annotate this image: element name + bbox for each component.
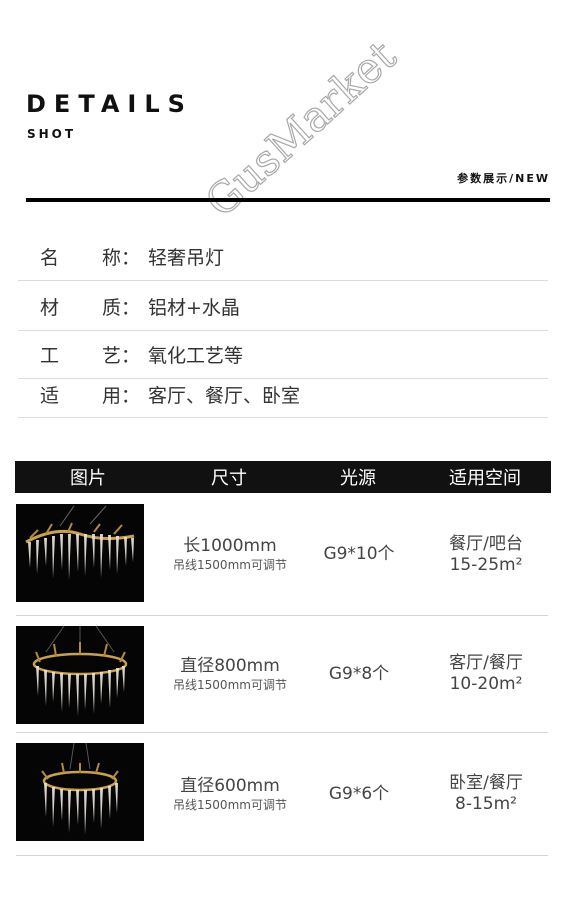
area-value: 8-15m² — [455, 794, 517, 814]
spec-row-usage: 适 用： 客厅、餐厅、卧室 — [18, 372, 548, 418]
spec-row-name: 名 称： 轻奢吊灯 — [18, 232, 548, 281]
area-value: 15-25m² — [449, 554, 523, 575]
cord-note: 吊线1500mm可调节 — [173, 558, 287, 572]
product-image-2 — [16, 626, 144, 724]
page-subtitle: SHOT — [27, 127, 77, 141]
size-value: 直径600mm — [180, 775, 280, 796]
chandelier-illustration — [25, 505, 135, 580]
space-value: 餐厅/吧台 — [449, 533, 523, 554]
chandelier-illustration — [32, 626, 128, 716]
spec-value: 氧化工艺等 — [148, 344, 244, 367]
size-value: 直径800mm — [180, 655, 280, 676]
product-image-1 — [16, 504, 144, 602]
table-row: 直径600mm 吊线1500mm可调节 G9*6个 卧室/餐厅 8-15m² — [16, 733, 548, 856]
size-value: 长1000mm — [183, 536, 277, 556]
spec-label-char: 工 — [40, 344, 60, 367]
spec-label-rest: 称： — [102, 246, 141, 269]
spec-value: 客厅、餐厅、卧室 — [148, 385, 301, 407]
light-source-value: G9*8个 — [328, 663, 390, 684]
cord-note: 吊线1500mm可调节 — [173, 677, 287, 692]
space-value: 客厅/餐厅 — [449, 653, 523, 673]
spec-label-rest: 用： — [102, 385, 141, 407]
spec-label-char: 材 — [40, 296, 60, 319]
column-header-light: 光源 — [340, 468, 376, 489]
spec-value: 轻奢吊灯 — [148, 246, 225, 269]
column-header-size: 尺寸 — [211, 468, 247, 489]
light-source-value: G9*6个 — [328, 783, 390, 804]
header-divider — [26, 198, 550, 202]
spec-label-rest: 质： — [102, 296, 141, 319]
spec-label-char: 名 — [40, 246, 60, 269]
column-header-image: 图片 — [70, 468, 106, 489]
product-image-3 — [16, 743, 144, 841]
area-value: 10-20m² — [449, 674, 523, 694]
table-row: 直径800mm 吊线1500mm可调节 G9*8个 客厅/餐厅 10-20m² — [16, 616, 548, 733]
light-source-value: G9*10个 — [323, 544, 395, 564]
cord-note: 吊线1500mm可调节 — [173, 797, 287, 812]
spec-label-char: 适 — [40, 385, 60, 407]
section-nav-label: 参数展示/NEW — [457, 172, 550, 185]
table-row: 长1000mm 吊线1500mm可调节 G9*10个 餐厅/吧台 15-25m² — [16, 494, 548, 616]
spec-label-rest: 艺： — [102, 344, 141, 367]
chandelier-illustration — [41, 743, 119, 835]
column-header-space: 适用空间 — [449, 468, 521, 489]
table-header: 图片 尺寸 光源 适用空间 — [15, 461, 551, 493]
space-value: 卧室/餐厅 — [449, 773, 523, 793]
spec-row-material: 材 质： 铝材+水晶 — [18, 282, 548, 331]
page-title: DETAILS — [26, 90, 193, 118]
spec-value: 铝材+水晶 — [148, 296, 240, 319]
